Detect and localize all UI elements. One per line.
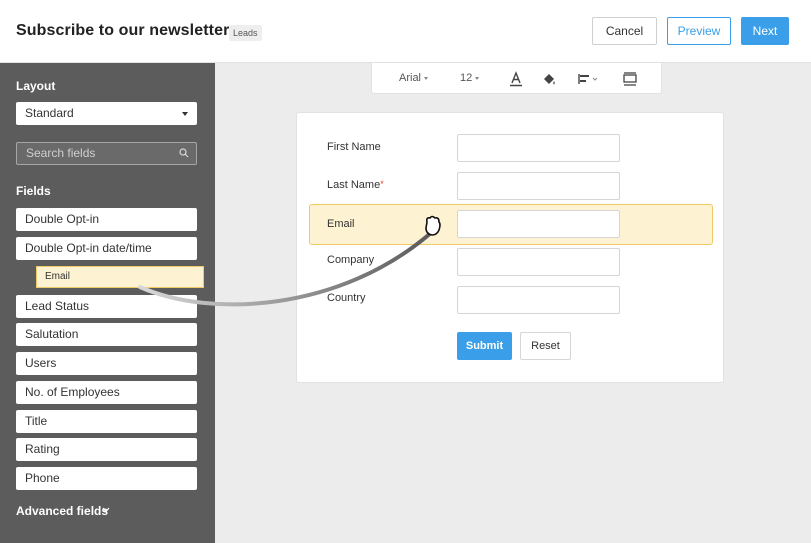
caret-down-icon [424,76,429,80]
field-item[interactable]: Double Opt-in [16,208,197,231]
field-item[interactable]: Rating [16,438,197,461]
font-size-value: 12 [460,72,473,84]
font-family-dropdown[interactable]: Arial [399,72,429,84]
layout-select[interactable]: Standard [16,102,197,125]
module-badge: Leads [229,25,262,41]
search-fields-input[interactable]: Search fields [16,142,197,165]
field-item[interactable]: Users [16,352,197,375]
company-label: Company [327,254,375,266]
text-color-icon[interactable] [508,71,524,87]
company-input[interactable] [457,248,620,276]
caret-down-icon [182,112,188,116]
font-size-dropdown[interactable]: 12 [460,72,480,84]
fields-heading: Fields [16,184,51,198]
layout-heading: Layout [16,79,56,93]
chevron-down-icon [102,507,110,513]
submit-button[interactable]: Submit [457,332,512,360]
advanced-fields-label: Advanced fields [16,504,109,518]
search-icon [179,148,189,158]
top-header: Subscribe to our newsletter Leads Cancel… [0,0,811,63]
country-label: Country [327,292,366,304]
field-item[interactable]: Phone [16,467,197,490]
email-label: Email [327,218,355,230]
required-mark: * [380,179,384,189]
last-name-label-text: Last Name [327,179,381,191]
dragging-field-item[interactable]: Email [36,266,204,288]
last-name-input[interactable] [457,172,620,200]
field-item[interactable]: No. of Employees [16,381,197,404]
cancel-button[interactable]: Cancel [592,17,657,45]
page-title: Subscribe to our newsletter [16,22,230,39]
preview-button[interactable]: Preview [667,17,731,45]
advanced-fields-toggle[interactable]: Advanced fields [16,504,110,518]
form-preview-card: First Name Last Name* Email Company Coun… [296,112,724,383]
field-item[interactable]: Salutation [16,323,197,346]
font-family-value: Arial [399,72,422,84]
country-input[interactable] [457,286,620,314]
fill-color-icon[interactable] [541,71,557,87]
caret-down-icon [475,76,480,80]
layout-select-value: Standard [25,106,74,120]
field-item[interactable]: Title [16,410,197,433]
first-name-label: First Name [327,141,381,153]
next-button[interactable]: Next [741,17,789,45]
field-item[interactable]: Lead Status [16,295,197,318]
search-placeholder: Search fields [26,146,96,160]
last-name-label: Last Name* [327,179,384,191]
format-toolbar: Arial 12 [371,63,662,94]
email-input[interactable] [457,210,620,238]
fields-sidebar: Layout Standard Search fields Fields Dou… [0,63,215,543]
reset-button[interactable]: Reset [520,332,571,360]
first-name-input[interactable] [457,134,620,162]
layout-icon[interactable] [622,71,638,87]
field-item[interactable]: Double Opt-in date/time [16,237,197,260]
align-icon[interactable] [577,71,599,87]
